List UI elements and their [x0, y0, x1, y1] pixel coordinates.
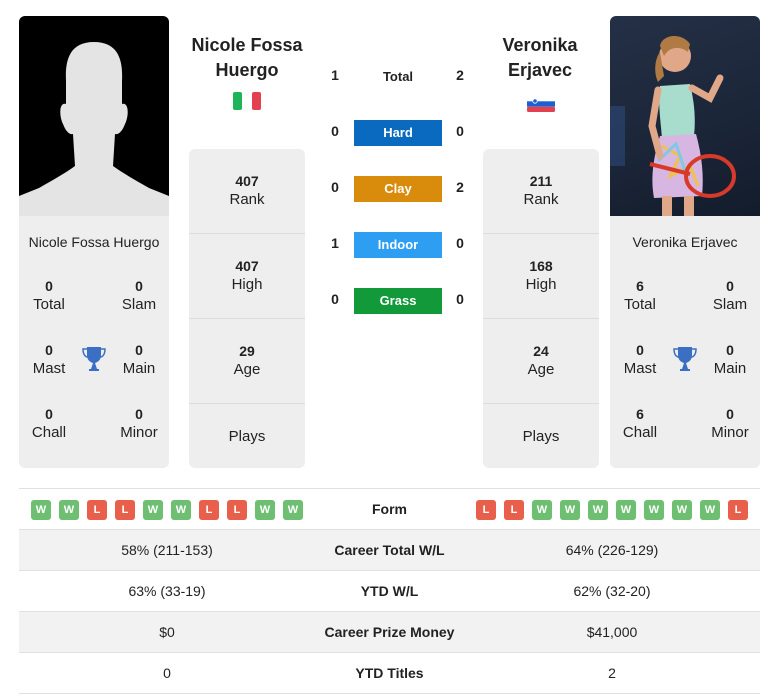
player2-mast-titles: 0 Mast — [623, 342, 657, 377]
h2h-total-label: Total — [382, 69, 414, 84]
form-loss-badge[interactable]: L — [504, 500, 524, 520]
player1-minor-titles: 0 Minor — [120, 406, 158, 441]
player1-ytd-titles: 0 — [163, 665, 171, 681]
h2h-grass-p2: 0 — [456, 291, 464, 307]
form-win-badge[interactable]: W — [672, 500, 692, 520]
form-win-badge[interactable]: W — [31, 500, 51, 520]
player1-form-badges: WWLLWWLLWW — [31, 500, 303, 520]
player1-total-titles: 0 Total — [33, 278, 65, 313]
h2h-hard-p1: 0 — [331, 123, 339, 139]
player2-total-titles: 6 Total — [624, 278, 656, 313]
player1-high: 407 High — [189, 234, 305, 319]
trophy-icon — [673, 346, 697, 372]
ytd-wl-label: YTD W/L — [360, 583, 419, 599]
player2-titles-card: Veronika Erjavec 6 Total 0 Slam 0 Mast 0 Mai… — [610, 216, 760, 468]
player2-info-panel: 211 Rank 168 High 24 Age Plays — [483, 149, 599, 468]
player1-photo — [19, 16, 169, 216]
player1-slam-titles: 0 Slam — [121, 278, 157, 313]
form-label: Form — [372, 501, 407, 517]
form-row: WWLLWWLLWW Form LLWWWWWWWL — [19, 489, 760, 530]
form-loss-badge[interactable]: L — [476, 500, 496, 520]
ytd-titles-row: 0 YTD Titles 2 — [19, 653, 760, 694]
form-win-badge[interactable]: W — [171, 500, 191, 520]
player1-plays: Plays — [228, 428, 266, 445]
h2h-hard-p2: 0 — [456, 123, 464, 139]
player2-plays: Plays — [522, 428, 560, 445]
player1-prize-money: $0 — [159, 624, 175, 640]
player1-main-titles: 0 Main — [122, 342, 156, 377]
ytd-titles-label: YTD Titles — [355, 665, 424, 681]
slovenia-flag-icon — [527, 96, 555, 112]
surface-indoor-button[interactable]: Indoor — [354, 232, 442, 258]
player2-photo — [610, 16, 760, 216]
player2-main-titles: 0 Main — [713, 342, 747, 377]
form-win-badge[interactable]: W — [143, 500, 163, 520]
trophy-icon — [82, 346, 106, 372]
player1-name[interactable]: Nicole Fossa Huergo — [177, 33, 317, 83]
career-wl-label: Career Total W/L — [334, 542, 445, 558]
form-loss-badge[interactable]: L — [199, 500, 219, 520]
h2h-total-p2: 2 — [456, 67, 464, 83]
italy-flag-icon — [233, 92, 261, 110]
player1-card-name: Nicole Fossa Huergo — [28, 234, 160, 250]
h2h-grass-p1: 0 — [331, 291, 339, 307]
form-loss-badge[interactable]: L — [115, 500, 135, 520]
player2-prize-money: $41,000 — [586, 624, 638, 640]
form-win-badge[interactable]: W — [560, 500, 580, 520]
h2h-indoor-p2: 0 — [456, 235, 464, 251]
surface-grass-button[interactable]: Grass — [354, 288, 442, 314]
form-win-badge[interactable]: W — [59, 500, 79, 520]
form-win-badge[interactable]: W — [532, 500, 552, 520]
comparison-table: WWLLWWLLWW Form LLWWWWWWWL 58% (211-153)… — [19, 488, 760, 694]
player2-age: 24 Age — [483, 319, 599, 404]
player2-form-badges: LLWWWWWWWL — [476, 500, 748, 520]
form-win-badge[interactable]: W — [283, 500, 303, 520]
player1-chall-titles: 0 Chall — [31, 406, 67, 441]
form-win-badge[interactable]: W — [616, 500, 636, 520]
player2-minor-titles: 0 Minor — [711, 406, 749, 441]
form-loss-badge[interactable]: L — [728, 500, 748, 520]
player1-rank: 407 Rank — [189, 149, 305, 234]
form-loss-badge[interactable]: L — [227, 500, 247, 520]
h2h-clay-p2: 2 — [456, 179, 464, 195]
player1-mast-titles: 0 Mast — [32, 342, 66, 377]
player2-ytd-titles: 2 — [608, 665, 616, 681]
career-wl-row: 58% (211-153) Career Total W/L 64% (226-… — [19, 530, 760, 571]
player2-rank: 211 Rank — [483, 149, 599, 234]
player2-high: 168 High — [483, 234, 599, 319]
ytd-wl-row: 63% (33-19) YTD W/L 62% (32-20) — [19, 571, 760, 612]
form-win-badge[interactable]: W — [644, 500, 664, 520]
form-win-badge[interactable]: W — [588, 500, 608, 520]
player2-slam-titles: 0 Slam — [712, 278, 748, 313]
silhouette-icon — [19, 42, 169, 216]
form-win-badge[interactable]: W — [255, 500, 275, 520]
form-loss-badge[interactable]: L — [87, 500, 107, 520]
player2-career-wl: 64% (226-129) — [565, 542, 659, 558]
player2-name[interactable]: Veronika Erjavec — [470, 33, 610, 83]
surface-clay-button[interactable]: Clay — [354, 176, 442, 202]
h2h-indoor-p1: 1 — [331, 235, 339, 251]
prize-money-row: $0 Career Prize Money $41,000 — [19, 612, 760, 653]
h2h-clay-p1: 0 — [331, 179, 339, 195]
player2-chall-titles: 6 Chall — [622, 406, 658, 441]
prize-money-label: Career Prize Money — [324, 624, 455, 640]
player1-titles-card: Nicole Fossa Huergo 0 Total 0 Slam 0 Mast 0… — [19, 216, 169, 468]
player1-ytd-wl: 63% (33-19) — [128, 583, 206, 599]
player2-card-name: Veronika Erjavec — [632, 234, 738, 250]
h2h-total-p1: 1 — [331, 67, 339, 83]
player1-career-wl: 58% (211-153) — [121, 542, 213, 558]
form-win-badge[interactable]: W — [700, 500, 720, 520]
surface-hard-button[interactable]: Hard — [354, 120, 442, 146]
player2-ytd-wl: 62% (32-20) — [573, 583, 651, 599]
player1-info-panel: 407 Rank 407 High 29 Age Plays — [189, 149, 305, 468]
player-photo-illustration — [610, 35, 736, 216]
player1-age: 29 Age — [189, 319, 305, 404]
